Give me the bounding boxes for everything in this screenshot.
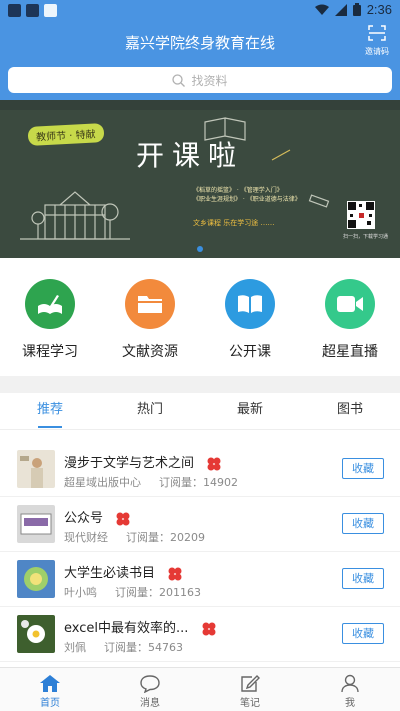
person-icon bbox=[341, 674, 359, 693]
scan-icon bbox=[368, 25, 386, 41]
book-quill-icon bbox=[25, 279, 75, 329]
item-title: excel中最有效率的... bbox=[64, 617, 217, 637]
item-title-text: 漫步于文学与艺术之间 bbox=[64, 456, 195, 471]
invite-code-button[interactable]: 邀请码 bbox=[362, 25, 392, 57]
list-item[interactable]: excel中最有效率的... 刘佩 订阅量：54763 收藏 bbox=[0, 607, 400, 662]
page-title: 嘉兴学院终身教育在线 bbox=[124, 34, 275, 52]
list-item[interactable]: 公众号 现代财经 订阅量：20209 收藏 bbox=[0, 497, 400, 552]
banner-slogan: 文乡课程 乐在学习途 …… bbox=[193, 219, 275, 227]
tab-recommended[interactable]: 推荐 bbox=[0, 393, 100, 429]
item-meta: 刘佩 订阅量：54763 bbox=[64, 639, 201, 655]
entry-label: 文献资源 bbox=[122, 344, 178, 360]
chalkboard-doodle-icon bbox=[0, 100, 400, 258]
item-thumbnail bbox=[17, 505, 55, 543]
search-placeholder: 找资料 bbox=[191, 73, 228, 88]
section-divider bbox=[0, 376, 400, 393]
nav-label: 我 bbox=[345, 698, 355, 709]
list-item[interactable]: 大学生必读书目 叶小鸣 订阅量：201163 收藏 bbox=[0, 552, 400, 607]
item-author: 超星域出版中心 bbox=[64, 476, 141, 489]
item-title-text: 公众号 bbox=[64, 511, 104, 526]
item-author: 刘佩 bbox=[64, 641, 86, 654]
item-subscribers: 订阅量：54763 bbox=[104, 641, 183, 654]
nav-label: 首页 bbox=[40, 698, 60, 709]
notification-icons bbox=[8, 4, 57, 17]
hot-badge-icon bbox=[202, 622, 216, 635]
entry-label: 课程学习 bbox=[22, 344, 78, 360]
item-title: 大学生必读书目 bbox=[64, 562, 183, 582]
item-meta: 超星域出版中心 订阅量：14902 bbox=[64, 474, 256, 490]
banner-subtext-line: 《稻草的摇篮》 · 《管理学入门》 bbox=[193, 187, 283, 194]
carousel-indicator[interactable] bbox=[197, 246, 203, 252]
video-camera-icon bbox=[325, 279, 375, 329]
quick-entry-grid: 课程学习 文献资源 公开课 超星直播 bbox=[0, 262, 400, 374]
nav-messages[interactable]: 消息 bbox=[100, 668, 200, 711]
hot-badge-icon bbox=[207, 457, 221, 470]
entry-literature-resources[interactable]: 文献资源 bbox=[100, 262, 200, 374]
banner-subtext: 《稻草的摇篮》 · 《管理学入门》 《职业生涯规划》 · 《职业道德与法律》 bbox=[193, 186, 301, 204]
content-tabs: 推荐 热门 最新 图书 bbox=[0, 393, 400, 430]
favorite-button[interactable]: 收藏 bbox=[342, 568, 384, 589]
nav-notes[interactable]: 笔记 bbox=[200, 668, 300, 711]
message-bubble-icon bbox=[140, 675, 160, 693]
nav-label: 消息 bbox=[140, 698, 160, 709]
promo-banner[interactable]: 教师节 · 特献 开课啦 《稻草的摇篮》 · 《管理学入门》 《职业生涯规划》 … bbox=[0, 100, 400, 258]
home-icon bbox=[40, 675, 60, 692]
notification-icon bbox=[44, 4, 57, 17]
subscription-list: 漫步于文学与艺术之间 超星域出版中心 订阅量：14902 收藏 公众号 现代财经订… bbox=[0, 442, 400, 662]
entry-label: 超星直播 bbox=[322, 344, 378, 360]
item-title-text: 大学生必读书目 bbox=[64, 566, 156, 581]
folder-icon bbox=[125, 279, 175, 329]
nav-me[interactable]: 我 bbox=[300, 668, 400, 711]
item-author: 叶小鸣 bbox=[64, 586, 97, 599]
signal-icon bbox=[334, 3, 347, 16]
item-thumbnail bbox=[17, 560, 55, 598]
item-title: 公众号 bbox=[64, 507, 131, 527]
bottom-navigation: 首页 消息 笔记 我 bbox=[0, 667, 400, 711]
entry-open-course[interactable]: 公开课 bbox=[200, 262, 300, 374]
qr-caption: 扫一扫，下载学习通 bbox=[343, 234, 389, 240]
note-edit-icon bbox=[241, 675, 260, 692]
item-title: 漫步于文学与艺术之间 bbox=[64, 452, 222, 472]
tab-books[interactable]: 图书 bbox=[300, 393, 400, 429]
wifi-icon bbox=[314, 4, 329, 15]
notification-icon bbox=[26, 4, 39, 17]
invite-code-label: 邀请码 bbox=[365, 47, 389, 56]
item-title-text: excel中最有效率的... bbox=[64, 621, 189, 636]
tab-popular[interactable]: 热门 bbox=[100, 393, 200, 429]
item-thumbnail bbox=[17, 615, 55, 653]
item-subscribers: 订阅量：201163 bbox=[115, 586, 201, 599]
qr-code-icon bbox=[347, 201, 375, 229]
nav-home[interactable]: 首页 bbox=[0, 668, 100, 711]
open-book-icon bbox=[225, 279, 275, 329]
notification-icon bbox=[8, 4, 21, 17]
item-subscribers: 订阅量：14902 bbox=[159, 476, 238, 489]
banner-tag: 教师节 · 特献 bbox=[27, 123, 104, 146]
item-author: 现代财经 bbox=[64, 531, 108, 544]
item-meta: 叶小鸣 订阅量：201163 bbox=[64, 584, 219, 600]
search-icon bbox=[172, 73, 186, 87]
banner-headline: 开课啦 bbox=[136, 139, 245, 172]
status-bar: 2:36 bbox=[0, 0, 400, 22]
item-meta: 现代财经 订阅量：20209 bbox=[64, 529, 223, 545]
entry-course-study[interactable]: 课程学习 bbox=[0, 262, 100, 374]
nav-label: 笔记 bbox=[240, 698, 260, 709]
app-header: 嘉兴学院终身教育在线 邀请码 找资料 bbox=[0, 22, 400, 100]
item-subscribers: 订阅量：20209 bbox=[126, 531, 205, 544]
hot-badge-icon bbox=[168, 567, 182, 580]
entry-label: 公开课 bbox=[229, 344, 271, 360]
favorite-button[interactable]: 收藏 bbox=[342, 458, 384, 479]
banner-subtext-line: 《职业生涯规划》 · 《职业道德与法律》 bbox=[193, 196, 301, 203]
tab-latest[interactable]: 最新 bbox=[200, 393, 300, 429]
list-item[interactable]: 漫步于文学与艺术之间 超星域出版中心 订阅量：14902 收藏 bbox=[0, 442, 400, 497]
search-input[interactable]: 找资料 bbox=[8, 67, 392, 93]
entry-live-stream[interactable]: 超星直播 bbox=[300, 262, 400, 374]
clock-time: 2:36 bbox=[366, 2, 392, 17]
favorite-button[interactable]: 收藏 bbox=[342, 513, 384, 534]
item-thumbnail bbox=[17, 450, 55, 488]
favorite-button[interactable]: 收藏 bbox=[342, 623, 384, 644]
battery-icon bbox=[352, 3, 361, 16]
hot-badge-icon bbox=[116, 512, 130, 525]
